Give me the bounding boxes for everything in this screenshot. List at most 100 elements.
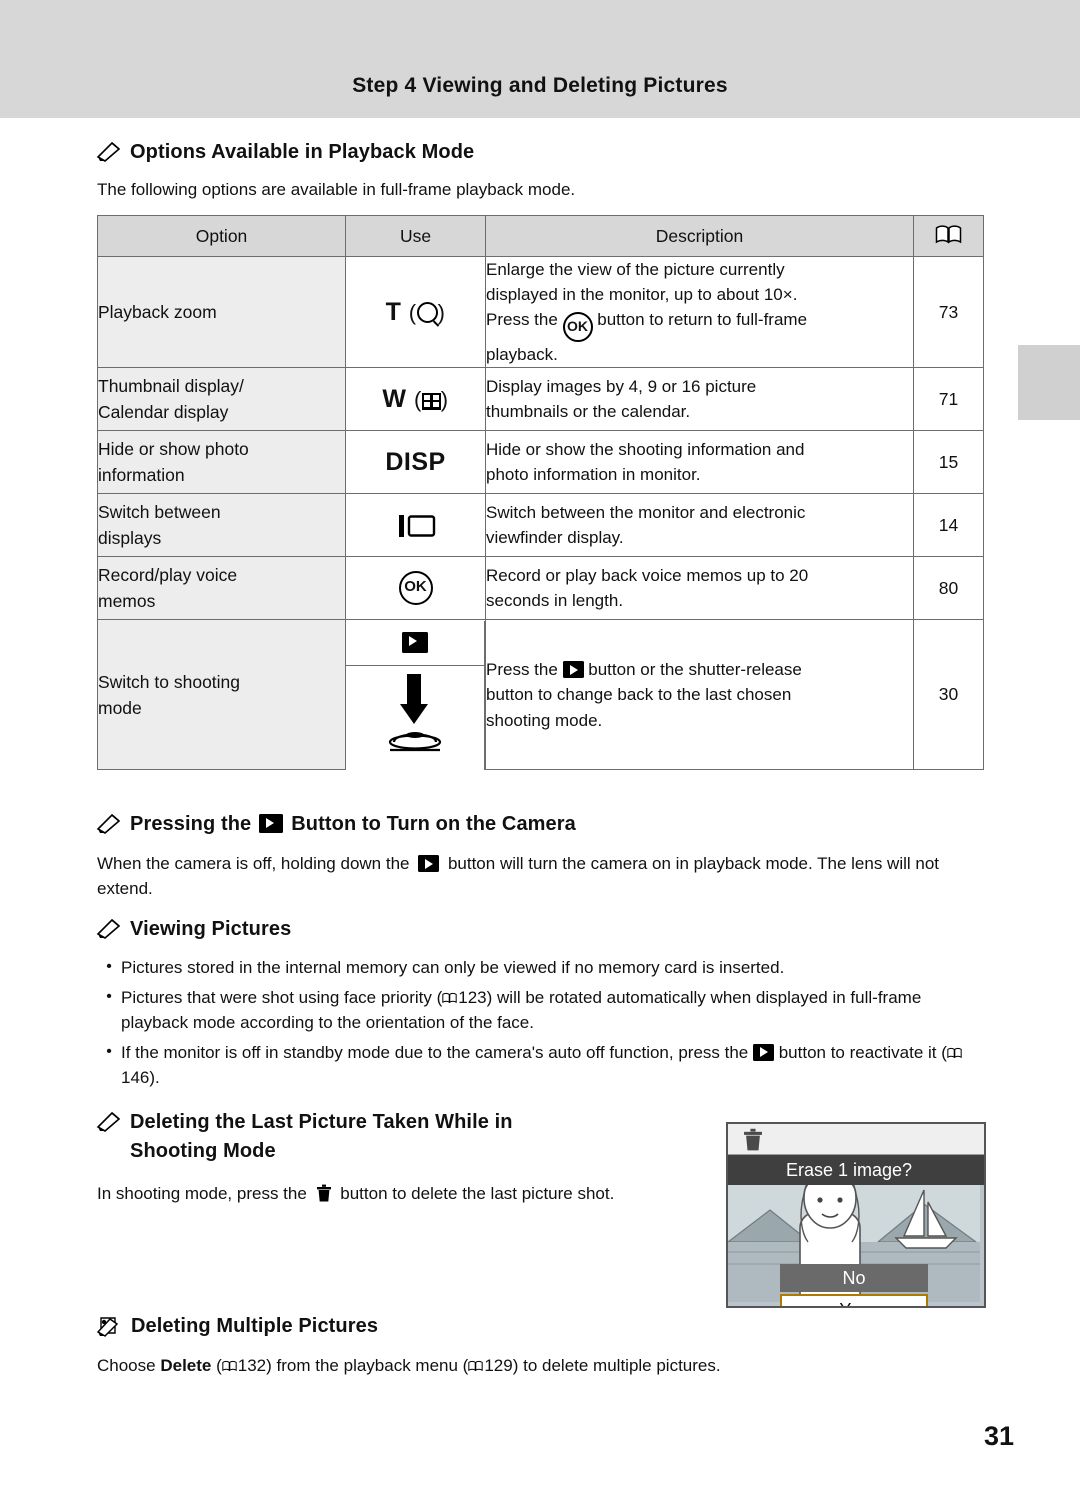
bullet-text: Pictures that were shot using face prior…: [121, 986, 922, 1033]
desc-line: photo information in monitor.: [486, 465, 701, 485]
wide-thumbnail-glyph: W (): [382, 384, 449, 413]
trash-icon: [316, 1184, 332, 1202]
page-ref: 146: [121, 1068, 150, 1087]
pencil-icon: [96, 812, 122, 834]
body-post: ) to delete multiple pictures.: [512, 1356, 721, 1375]
desc-line: playback.: [486, 345, 558, 365]
desc-line: seconds in length.: [486, 591, 624, 611]
cell-option: Switch to shooting mode: [97, 619, 346, 771]
desc-line: button to change back to the last chosen: [486, 685, 792, 705]
cell-option: Hide or show photo information: [97, 430, 346, 495]
desc-line: Display images by 4, 9 or 16 picture: [486, 377, 757, 397]
bullet-text: If the monitor is off in standby mode du…: [121, 1040, 987, 1091]
menu-name: Delete: [160, 1356, 212, 1375]
page-number: 31: [983, 1421, 1014, 1451]
pencil-icon: [96, 1110, 122, 1132]
desc-line: Press the button or the shutter-release: [486, 660, 802, 680]
book-icon: [222, 1355, 237, 1372]
cell-description: Display images by 4, 9 or 16 picture thu…: [485, 367, 914, 432]
table-row: Playback zoom T () Enlarge the view of t…: [97, 255, 984, 369]
desc-line: displayed in the monitor, up to about 10…: [486, 285, 798, 305]
cell-page: 15: [913, 430, 984, 495]
body-pre: When the camera is off, holding down the: [97, 854, 410, 873]
desc-line: Record or play back voice memos up to 20: [486, 566, 809, 586]
magnifier-icon: [416, 301, 438, 323]
heading-pre: Pressing the: [130, 813, 252, 835]
book-icon: [468, 1355, 484, 1372]
cell-page: 73: [913, 255, 984, 369]
page-ref: 132: [237, 1356, 267, 1375]
page-header-band: [0, 0, 1080, 118]
heading-line-2: Shooting Mode: [130, 1140, 276, 1162]
trash-icon: [742, 1128, 764, 1156]
cell-use-split: [346, 620, 486, 770]
desc-line: viewfinder display.: [486, 528, 624, 548]
table-header-row: Option Use Description: [97, 215, 984, 257]
cell-description: Enlarge the view of the picture currentl…: [485, 255, 914, 369]
disp-button-glyph: DISP: [385, 447, 446, 476]
page-ref: 129: [484, 1356, 513, 1375]
ok-button-icon: OK: [562, 312, 593, 343]
playback-button-icon: [259, 814, 284, 833]
pressing-button-body: When the camera is off, holding down the…: [97, 852, 987, 901]
playback-options-table: Option Use Description Playback zoom T (…: [97, 215, 984, 771]
bullet-text: Pictures stored in the internal memory c…: [121, 958, 785, 977]
tele-zoom-glyph: T (): [385, 297, 446, 326]
camera-no-button[interactable]: No: [780, 1264, 928, 1292]
heading-post: Button to Turn on the Camera: [291, 813, 576, 835]
shutter-release-cell: [346, 665, 485, 770]
list-item: • Pictures that were shot using face pri…: [97, 985, 987, 1036]
playback-button-icon: [752, 1043, 774, 1061]
section-heading-text: Options Available in Playback Mode: [130, 141, 475, 163]
cell-page: 80: [913, 556, 984, 621]
desc-line: Hide or show the shooting information an…: [486, 440, 805, 460]
section-deleting-multiple-heading: Deleting Multiple Pictures: [96, 1314, 996, 1338]
table-row: Record/play voice memos OK Record or pla…: [97, 556, 984, 621]
thumbnail-grid-icon: [421, 392, 441, 410]
cell-description: Press the button or the shutter-release …: [485, 619, 914, 771]
monitor-switch-icon: [396, 513, 436, 538]
playback-button-icon: [562, 661, 584, 679]
body-pre: In shooting mode, press the: [97, 1184, 307, 1203]
list-item: • Pictures stored in the internal memory…: [97, 955, 987, 981]
cell-page: 30: [913, 619, 984, 771]
ok-button-icon: OK: [398, 571, 433, 606]
playback-options-intro: The following options are available in f…: [97, 180, 576, 199]
camera-screen-illustration: Erase 1 image? No Yes: [726, 1122, 986, 1308]
desc-line: Press the OK button to return to full-fr…: [486, 307, 913, 343]
cell-use: [345, 493, 486, 558]
cell-use: T (): [345, 255, 486, 369]
viewing-pictures-bullets: • Pictures stored in the internal memory…: [97, 955, 987, 1095]
cell-description: Switch between the monitor and electroni…: [485, 493, 914, 558]
body-mid: from the playback menu (: [276, 1356, 469, 1375]
bullet-dot: •: [106, 958, 112, 975]
th-use: Use: [345, 215, 486, 257]
desc-line: thumbnails or the calendar.: [486, 402, 691, 422]
playback-button-icon: [402, 632, 428, 654]
shutter-release-icon: [382, 672, 448, 763]
chapter-tab-marker: [1018, 345, 1080, 420]
desc-line: Switch between the monitor and electroni…: [486, 503, 806, 523]
cell-option: Playback zoom: [97, 255, 346, 369]
pencil-icon: [96, 140, 122, 162]
page-title: Step 4 Viewing and Deleting Pictures: [352, 74, 728, 97]
bullet-dot: •: [106, 1042, 112, 1060]
camera-yes-button[interactable]: Yes: [780, 1294, 928, 1306]
bullet-dot: •: [106, 987, 112, 1005]
body-post: button to delete the last picture shot.: [340, 1184, 615, 1203]
table-row: Switch to shooting mode Press the button…: [97, 619, 984, 771]
cell-description: Hide or show the shooting information an…: [485, 430, 914, 495]
body-pre: Choose: [97, 1356, 156, 1375]
heading-line-1: Deleting the Last Picture Taken While in: [130, 1111, 513, 1133]
cell-page: 71: [913, 367, 984, 432]
camera-dialog-title: Erase 1 image?: [728, 1155, 984, 1185]
table-row: Hide or show photo information DISP Hide…: [97, 430, 984, 495]
desc-line: shooting mode.: [486, 710, 603, 730]
book-icon: [442, 986, 457, 1003]
th-description: Description: [485, 215, 914, 257]
deleting-multiple-body: Choose Delete (132) from the playback me…: [97, 1355, 721, 1375]
cell-use: OK: [345, 556, 486, 621]
cell-use: W (): [345, 367, 486, 432]
section-heading-text: Deleting Multiple Pictures: [131, 1315, 379, 1337]
book-icon: [935, 225, 962, 244]
